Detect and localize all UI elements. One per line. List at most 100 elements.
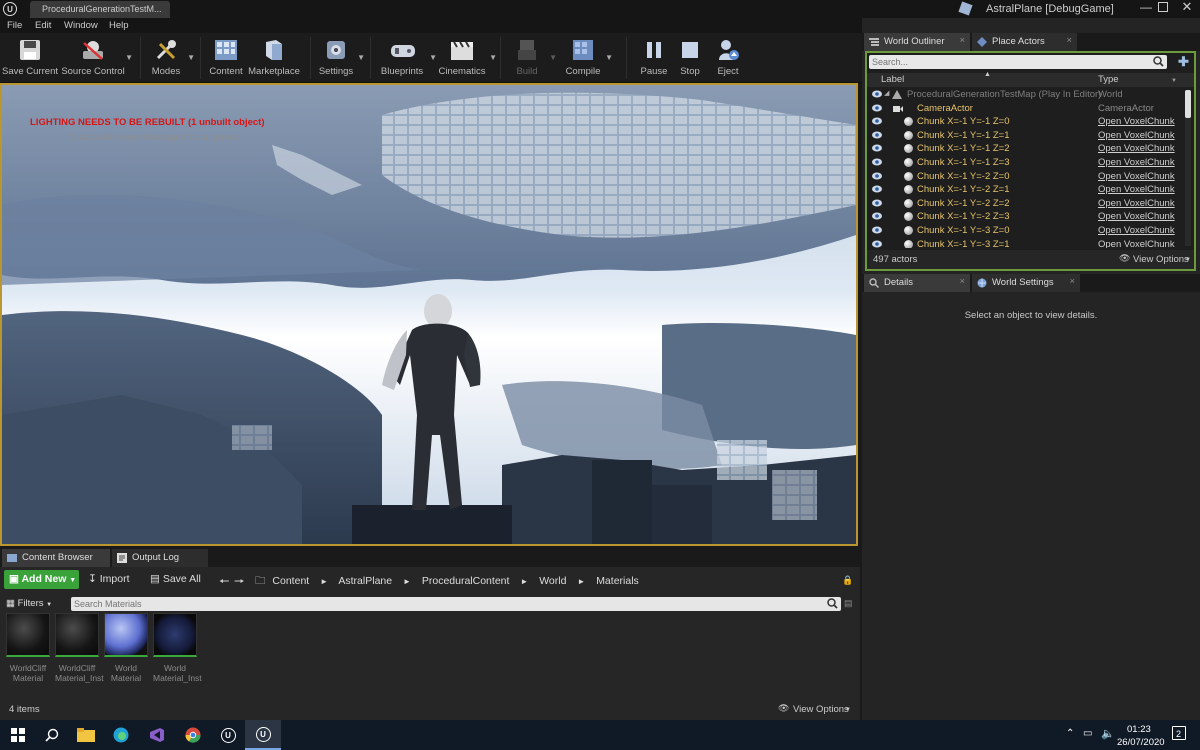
clock-time[interactable]: 01:23 <box>1127 724 1151 735</box>
menu-window[interactable]: Window <box>64 20 98 31</box>
close-icon[interactable]: × <box>959 35 965 46</box>
visibility-eye-icon[interactable] <box>872 144 882 152</box>
breadcrumb-separator-icon[interactable]: ► <box>520 577 528 586</box>
outliner-row-chunk[interactable]: Chunk X=-1 Y=-1 Z=1 Open VoxelChunk <box>867 129 1187 143</box>
chevron-down-icon[interactable]: ▼ <box>125 53 133 62</box>
outliner-row-world[interactable]: ◢ ProceduralGenerationTestMap (Play In E… <box>867 88 1187 102</box>
maximize-button[interactable] <box>1158 2 1168 12</box>
filters-button[interactable]: ▦ Filters ▼ <box>6 598 52 609</box>
build-button[interactable]: Build ▼ <box>506 33 557 83</box>
open-voxelchunk-link[interactable]: Open VoxelChunk <box>1098 225 1175 236</box>
chrome-button[interactable] <box>175 720 211 750</box>
visibility-eye-icon[interactable] <box>872 104 882 112</box>
visibility-eye-icon[interactable] <box>872 117 882 125</box>
visibility-eye-icon[interactable] <box>872 185 882 193</box>
pause-button[interactable]: Pause <box>634 33 674 83</box>
tray-chevron-up-icon[interactable]: ⌃ <box>1066 728 1074 739</box>
visibility-eye-icon[interactable] <box>872 131 882 139</box>
close-icon[interactable]: × <box>1069 276 1075 287</box>
minimize-button[interactable]: — <box>1137 0 1155 16</box>
visibility-eye-icon[interactable] <box>872 212 882 220</box>
cb-search-box[interactable] <box>71 597 841 611</box>
col-type-header[interactable]: Type <box>1098 74 1119 85</box>
tab-details[interactable]: Details × <box>864 274 970 292</box>
outliner-search-box[interactable] <box>869 55 1167 69</box>
scrollbar-thumb[interactable] <box>1185 90 1191 118</box>
breadcrumb-separator-icon[interactable]: ► <box>403 577 411 586</box>
volume-icon[interactable]: 🔈 <box>1101 727 1115 740</box>
clock-date[interactable]: 26/07/2020 <box>1117 737 1165 748</box>
visibility-eye-icon[interactable] <box>872 90 882 98</box>
breadcrumb-content[interactable]: Content <box>272 575 309 587</box>
chevron-down-icon[interactable]: ▼ <box>1171 78 1177 84</box>
import-button[interactable]: ↧ Import <box>88 573 130 585</box>
tab-content-browser[interactable]: Content Browser <box>2 549 110 567</box>
unreal-editor-button[interactable]: U <box>245 720 281 750</box>
breadcrumb-materials[interactable]: Materials <box>596 575 639 587</box>
content-button[interactable]: Content <box>206 33 246 83</box>
document-tab[interactable]: ProceduralGenerationTestM... <box>30 1 170 18</box>
col-label-header[interactable]: Label <box>881 74 904 85</box>
cb-search-input[interactable] <box>74 598 814 610</box>
blueprints-button[interactable]: Blueprints ▼ <box>376 33 437 83</box>
menu-help[interactable]: Help <box>109 20 129 31</box>
visual-studio-button[interactable] <box>138 720 174 750</box>
outliner-row-camera[interactable]: CameraActor CameraActor <box>867 102 1187 116</box>
back-arrow-icon[interactable]: 🠔 <box>219 572 230 593</box>
save-current-button[interactable]: Save Current <box>2 33 58 83</box>
open-voxelchunk-link[interactable]: Open VoxelChunk <box>1098 116 1175 127</box>
asset-tile[interactable]: WorldCliff Material <box>6 613 50 683</box>
forward-arrow-icon[interactable]: 🠖 <box>234 572 245 593</box>
visibility-eye-icon[interactable] <box>872 226 882 234</box>
notification-center-button[interactable]: 2 <box>1172 726 1186 740</box>
visibility-eye-icon[interactable] <box>872 240 882 248</box>
asset-tile[interactable]: WorldCliff Material_Inst <box>55 613 104 683</box>
compile-button[interactable]: Compile ▼ <box>562 33 613 83</box>
search-icon[interactable] <box>1153 56 1164 67</box>
collapse-arrow-icon[interactable]: ◢ <box>884 89 889 97</box>
close-icon[interactable]: × <box>959 276 965 287</box>
open-voxelchunk-link[interactable]: Open VoxelChunk <box>1098 211 1175 222</box>
menu-edit[interactable]: Edit <box>35 20 51 31</box>
start-button[interactable] <box>0 720 36 750</box>
close-icon[interactable]: × <box>1066 35 1072 46</box>
outliner-row-chunk[interactable]: Chunk X=-1 Y=-1 Z=2 Open VoxelChunk <box>867 142 1187 156</box>
outliner-row-chunk[interactable]: Chunk X=-1 Y=-1 Z=0 Open VoxelChunk <box>867 115 1187 129</box>
network-icon[interactable]: ▭ <box>1083 728 1092 739</box>
eject-button[interactable]: Eject <box>710 33 746 83</box>
file-explorer-button[interactable] <box>68 720 104 750</box>
cinematics-button[interactable]: Cinematics ▼ <box>436 33 497 83</box>
breadcrumb-astralplane[interactable]: AstralPlane <box>338 575 392 587</box>
visibility-eye-icon[interactable] <box>872 199 882 207</box>
outliner-row-chunk[interactable]: Chunk X=-1 Y=-3 Z=0 Open VoxelChunk <box>867 224 1187 238</box>
outliner-row-chunk[interactable]: Chunk X=-1 Y=-2 Z=1 Open VoxelChunk <box>867 183 1187 197</box>
marketplace-button[interactable]: Marketplace <box>248 33 300 83</box>
add-actor-icon[interactable]: ✚ <box>1178 55 1192 69</box>
stop-button[interactable]: Stop <box>672 33 708 83</box>
tab-output-log[interactable]: Output Log <box>112 549 208 567</box>
open-voxelchunk-link[interactable]: Open VoxelChunk <box>1098 143 1175 154</box>
chevron-down-icon[interactable]: ▼ <box>187 53 195 62</box>
cb-view-options-button[interactable]: View Options <box>793 704 849 715</box>
tab-world-settings[interactable]: World Settings × <box>972 274 1080 292</box>
chevron-down-icon[interactable]: ▼ <box>489 53 497 62</box>
breadcrumb-separator-icon[interactable]: ► <box>320 577 328 586</box>
outliner-row-chunk[interactable]: Chunk X=-1 Y=-3 Z=1 Open VoxelChunk <box>867 238 1187 248</box>
save-all-button[interactable]: ▤ Save All <box>150 573 201 585</box>
open-voxelchunk-link[interactable]: Open VoxelChunk <box>1098 171 1175 182</box>
open-voxelchunk-link[interactable]: Open VoxelChunk <box>1098 157 1175 168</box>
outliner-row-chunk[interactable]: Chunk X=-1 Y=-2 Z=3 Open VoxelChunk <box>867 210 1187 224</box>
asset-tile[interactable]: World Material_Inst <box>153 613 202 683</box>
open-voxelchunk-link[interactable]: Open VoxelChunk <box>1098 198 1175 209</box>
breadcrumb-separator-icon[interactable]: ► <box>577 577 585 586</box>
view-options-button[interactable]: View Options <box>1133 254 1189 265</box>
outliner-row-chunk[interactable]: Chunk X=-1 Y=-1 Z=3 Open VoxelChunk <box>867 156 1187 170</box>
open-voxelchunk-link[interactable]: Open VoxelChunk <box>1098 130 1175 141</box>
breadcrumb-proceduralcontent[interactable]: ProceduralContent <box>422 575 510 587</box>
search-button[interactable] <box>34 720 70 750</box>
outliner-row-chunk[interactable]: Chunk X=-1 Y=-2 Z=0 Open VoxelChunk <box>867 170 1187 184</box>
outliner-scrollbar[interactable] <box>1185 90 1191 246</box>
level-viewport[interactable]: LIGHTING NEEDS TO BE REBUILT (1 unbuilt … <box>0 83 858 546</box>
settings-button[interactable]: Settings ▼ <box>316 33 365 83</box>
open-voxelchunk-link[interactable]: Open VoxelChunk <box>1098 239 1175 248</box>
